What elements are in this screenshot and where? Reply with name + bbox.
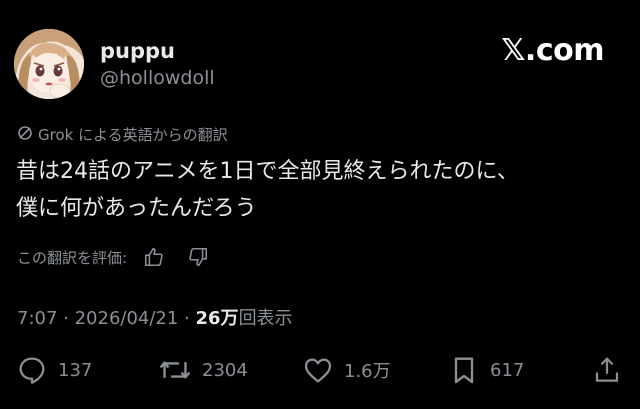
tweet-timestamp[interactable]: 7:07 · 2026/04/21 · (17, 308, 196, 329)
views-label: 回表示 (238, 308, 293, 329)
tweet-text-line-2: 僕に何があったんだろう (16, 196, 257, 221)
views-count: 26万 (195, 308, 239, 329)
share-icon (595, 357, 619, 382)
bookmark-icon (454, 357, 474, 384)
x-logo-brand: 𝕏.com (501, 33, 604, 68)
avatar-image (14, 29, 84, 99)
reply-button[interactable]: 137 (16, 354, 92, 386)
thumbs-up-icon (145, 247, 163, 267)
author-block[interactable]: puppu @hollowdoll (100, 38, 215, 91)
reply-count: 137 (58, 359, 93, 381)
repost-button[interactable]: 2304 (158, 354, 248, 386)
rate-translation-label: この翻訳を評価: (17, 248, 128, 267)
translation-header[interactable]: Grok による英語からの翻訳 (17, 124, 228, 145)
avatar[interactable] (14, 29, 84, 99)
thumbs-down-icon (189, 247, 208, 267)
tweet-text-line-1: 昔は24話のアニメを1日で全部見終えられたのに、 (16, 159, 519, 184)
grok-icon (17, 125, 33, 145)
bookmark-count: 617 (490, 359, 525, 381)
bookmark-button[interactable]: 617 (448, 354, 524, 386)
like-count: 1.6万 (344, 361, 391, 382)
tweet-meta: 7:07 · 2026/04/21 · 26万回表示 (17, 304, 293, 330)
thumbs-down-button[interactable] (187, 246, 209, 268)
share-button[interactable] (592, 354, 622, 386)
thumbs-up-button[interactable] (143, 246, 165, 268)
author-display-name[interactable]: puppu (100, 38, 215, 64)
translation-label: Grok による英語からの翻訳 (38, 126, 228, 144)
action-bar: 137 2304 1.6万 617 (0, 354, 640, 390)
rate-translation-row: この翻訳を評価: (17, 246, 209, 268)
like-icon (304, 358, 332, 383)
like-button[interactable]: 1.6万 (302, 354, 391, 386)
reply-icon (19, 357, 45, 384)
repost-icon (159, 360, 191, 380)
repost-count: 2304 (202, 359, 248, 381)
author-handle[interactable]: @hollowdoll (100, 65, 215, 91)
tweet-text: 昔は24話のアニメを1日で全部見終えられたのに、 僕に何があったんだろう (16, 153, 626, 227)
